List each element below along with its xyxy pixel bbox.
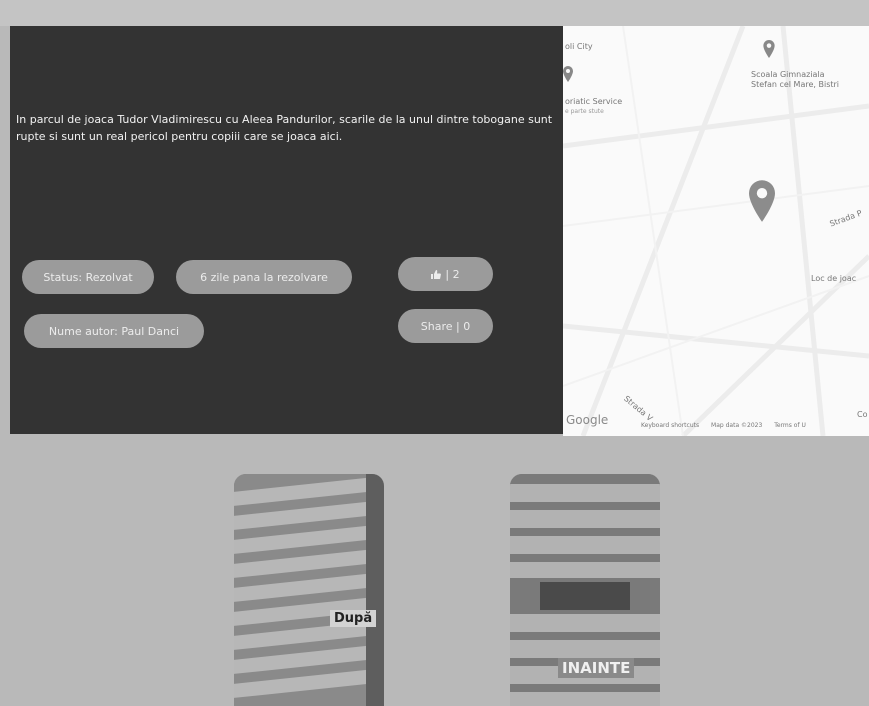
share-label: Share | 0 <box>420 319 471 333</box>
map-label-school: Scoala Gimnaziala <box>751 70 825 79</box>
location-map[interactable]: oli City oriatic Service e parte stute S… <box>563 26 869 436</box>
map-label-school-sub: Stefan cel Mare, Bistri <box>751 80 840 89</box>
share-button[interactable]: Share | 0 <box>398 309 493 343</box>
status-badge[interactable]: Status: Rezolvat <box>22 260 154 294</box>
google-logo: Google <box>566 413 609 427</box>
status-label: Status: Rezolvat <box>43 270 133 284</box>
report-panel: In parcul de joaca Tudor Vladimirescu cu… <box>10 26 573 434</box>
after-caption: După <box>330 610 377 627</box>
map-pin-icon[interactable] <box>563 66 573 82</box>
map-attribution: Keyboard shortcuts Map data ©2023 Terms … <box>641 422 816 429</box>
terms-link[interactable]: Terms of U <box>774 422 806 429</box>
map-label-service-sub: e parte stute <box>565 108 604 115</box>
keyboard-shortcuts-link[interactable]: Keyboard shortcuts <box>641 422 699 429</box>
map-label-playground: Loc de joac <box>811 274 857 283</box>
map-pin-icon[interactable] <box>749 180 775 222</box>
map-pin-icon[interactable] <box>763 40 775 58</box>
map-label-city: oli City <box>565 42 593 51</box>
before-photo: INAINTE <box>510 474 660 706</box>
resolve-time-label: 6 zile pana la rezolvare <box>200 270 328 284</box>
after-photo-image <box>234 474 384 706</box>
map-label-corner: Co <box>857 410 868 419</box>
author-badge[interactable]: Nume autor: Paul Danci <box>24 314 204 348</box>
like-button[interactable]: | 2 <box>398 257 493 291</box>
thumbs-up-icon <box>431 269 442 279</box>
resolve-time-badge[interactable]: 6 zile pana la rezolvare <box>176 260 352 294</box>
map-data-label: Map data ©2023 <box>711 422 763 429</box>
report-description: In parcul de joaca Tudor Vladimirescu cu… <box>16 113 553 143</box>
before-caption: INAINTE <box>558 658 635 678</box>
top-strip <box>0 0 869 26</box>
author-label: Nume autor: Paul Danci <box>48 324 180 338</box>
after-photo: După <box>234 474 384 706</box>
map-label-service: oriatic Service <box>565 97 623 106</box>
like-count: | 2 <box>445 267 460 281</box>
